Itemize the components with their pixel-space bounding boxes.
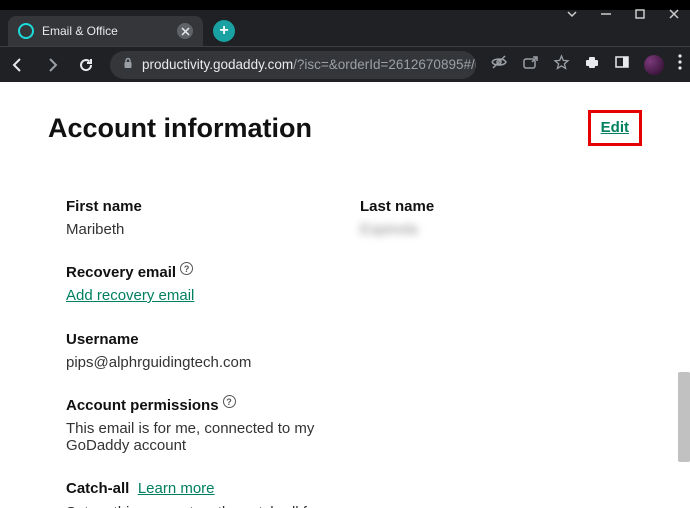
star-icon[interactable] <box>553 54 570 76</box>
window-dropdown-icon[interactable] <box>566 8 578 20</box>
window-close-icon[interactable] <box>668 8 680 20</box>
catchall-value: Set up this account as the catch-all for <box>66 504 366 508</box>
scrollbar-thumb[interactable] <box>678 372 690 462</box>
add-recovery-email-link[interactable]: Add recovery email <box>66 287 194 304</box>
recovery-email-label: Recovery email ? <box>66 264 642 281</box>
window-minimize-icon[interactable] <box>600 8 612 20</box>
new-tab-button[interactable]: + <box>213 20 235 42</box>
lock-icon <box>122 57 134 72</box>
catchall-learn-more-link[interactable]: Learn more <box>138 480 215 497</box>
godaddy-favicon-icon <box>18 23 34 39</box>
edit-highlight: Edit <box>588 110 642 146</box>
address-bar[interactable]: productivity.godaddy.com/?isc=&orderId=2… <box>110 51 476 79</box>
sidepanel-icon[interactable] <box>614 54 630 75</box>
forward-button[interactable] <box>42 55 62 75</box>
username-label: Username <box>66 331 642 348</box>
username-value: pips@alphrguidingtech.com <box>66 354 642 371</box>
tab-close-icon[interactable] <box>177 23 193 39</box>
info-icon[interactable]: ? <box>223 395 236 408</box>
extensions-icon[interactable] <box>584 54 600 75</box>
catchall-label: Catch-all <box>66 480 129 497</box>
url-host: productivity.godaddy.com <box>142 57 293 72</box>
menu-icon[interactable] <box>678 54 682 75</box>
share-icon[interactable] <box>522 54 539 76</box>
window-maximize-icon[interactable] <box>634 8 646 20</box>
permissions-value: This email is for me, connected to my Go… <box>66 420 346 454</box>
last-name-value: Espinola <box>360 221 642 238</box>
tab-email-office[interactable]: Email & Office <box>8 16 203 46</box>
browser-toolbar: productivity.godaddy.com/?isc=&orderId=2… <box>0 46 690 82</box>
first-name-label: First name <box>66 198 346 215</box>
last-name-label: Last name <box>360 198 642 215</box>
tab-title: Email & Office <box>42 24 118 38</box>
url-path: /?isc=&orderId=2612670895#/mailb… <box>293 57 476 72</box>
info-icon[interactable]: ? <box>180 262 193 275</box>
edit-button[interactable]: Edit <box>601 119 629 136</box>
page-title: Account information <box>48 113 312 144</box>
reload-button[interactable] <box>76 55 96 75</box>
first-name-value: Maribeth <box>66 221 346 238</box>
profile-avatar[interactable] <box>644 55 664 75</box>
page-content: Account information Edit First name Mari… <box>0 82 690 508</box>
eye-off-icon[interactable] <box>490 53 508 76</box>
permissions-label: Account permissions ? <box>66 397 642 414</box>
back-button[interactable] <box>8 55 28 75</box>
